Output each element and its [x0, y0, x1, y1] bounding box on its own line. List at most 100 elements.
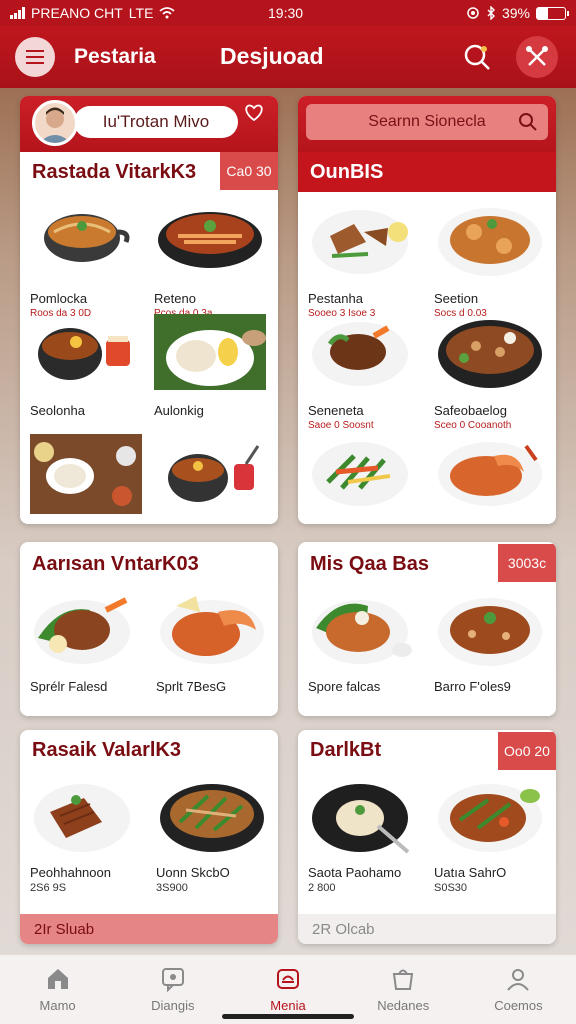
noodle-bowl-icon — [44, 214, 130, 262]
wifi-icon — [159, 7, 176, 19]
panel-footer[interactable]: 2R Olcab — [298, 914, 556, 944]
food-price: 2S6 9S — [30, 882, 67, 894]
noodle-stirfry-icon — [160, 784, 264, 852]
food-item[interactable] — [154, 434, 274, 519]
signal-icon — [10, 7, 25, 19]
dumpling-plate-icon — [312, 784, 410, 854]
bag-icon — [393, 969, 414, 990]
menu-card-icon — [277, 969, 299, 989]
panel-footer[interactable]: 2Ir Sluab — [20, 914, 278, 944]
food-item[interactable]: Sprélr Falesd — [30, 590, 150, 694]
chat-icon — [161, 968, 184, 992]
battery-percent: 39% — [501, 5, 530, 21]
food-item[interactable] — [308, 432, 428, 517]
soup-drink-icon — [168, 445, 260, 502]
food-name: Pestanha — [308, 291, 363, 306]
food-name: Uatıa SahrO — [434, 865, 507, 880]
menu-panel-4: Mis Qaa Bas 3003c Spore falcas Barro F'o… — [298, 542, 556, 716]
clock: 19:30 — [268, 5, 304, 21]
app-header: Pestaria Desjuoad — [0, 26, 576, 88]
food-item[interactable]: Pomlocka Roos da 3 0D — [30, 202, 150, 319]
food-price: 2 800 — [308, 882, 336, 894]
user-name-field[interactable]: Iu'Trotan Mivo — [74, 106, 238, 138]
chicken-plate-icon — [312, 210, 408, 274]
panel-title: Rasaik ValarlK3 — [32, 738, 181, 761]
price-badge: Oo0 20 — [498, 732, 556, 770]
food-item[interactable]: Aulonkig — [154, 314, 274, 418]
food-name: Pomlocka — [30, 291, 88, 306]
profile-button[interactable] — [516, 36, 558, 78]
food-item[interactable]: Seetion Socs d 0.03 — [434, 202, 554, 319]
food-name: Uonn SkcbO — [156, 865, 230, 880]
panel-title: OunBIS — [298, 152, 556, 192]
food-subtitle: Sceo 0 Cooanoth — [434, 420, 512, 431]
panel-header: Searnn Sionecla — [298, 96, 556, 152]
search-input[interactable]: Searnn Sionecla — [306, 104, 548, 140]
ribs-plate-icon — [34, 784, 130, 852]
brand-name: Pestaria — [74, 45, 156, 68]
table-spread-icon — [30, 434, 142, 514]
soup-bowl-icon — [438, 598, 542, 666]
tab-label: Mamo — [39, 998, 76, 1013]
search-icon[interactable] — [518, 112, 538, 132]
tab-profile[interactable]: Coemos — [461, 955, 576, 1024]
food-item[interactable]: Safeobaelog Sceo 0 Cooanoth — [434, 314, 554, 431]
panel-title: Aarısan VntarK03 — [32, 552, 199, 575]
price-badge: Ca0 30 — [220, 152, 278, 190]
home-icon — [47, 969, 68, 989]
food-item[interactable]: Barro F'oles9 — [434, 590, 554, 694]
tab-label: Menia — [270, 998, 306, 1013]
food-item[interactable]: Sprlt 7BesG — [156, 590, 276, 694]
tab-dialogs[interactable]: Diangis — [115, 955, 230, 1024]
veg-stirfry-icon — [438, 784, 542, 852]
food-name: Barro F'oles9 — [434, 679, 511, 694]
food-name: Peohhahnoon — [30, 865, 111, 880]
search-icon[interactable] — [460, 40, 494, 74]
tab-label: Coemos — [494, 998, 543, 1013]
food-item[interactable]: Uonn SkcbO 3S900 — [156, 776, 276, 894]
heart-icon[interactable] — [244, 104, 264, 122]
hotpot-icon — [158, 212, 262, 268]
food-name: Sprlt 7BesG — [156, 679, 227, 694]
tab-home[interactable]: Mamo — [0, 955, 115, 1024]
curry-bowl-icon — [38, 328, 130, 380]
hamburger-menu-button[interactable] — [15, 37, 55, 77]
network-icon — [526, 46, 548, 66]
panel-header: Iu'Trotan Mivo — [20, 96, 278, 152]
food-name: Reteno — [154, 291, 196, 306]
rice-egg-plate-icon — [154, 314, 270, 390]
food-item[interactable]: Seolonha — [30, 314, 150, 418]
beef-plate-icon — [312, 322, 408, 386]
location-icon — [467, 7, 479, 19]
food-item[interactable]: Saota Paohamo 2 800 — [308, 776, 428, 894]
bluetooth-icon — [487, 6, 495, 20]
food-item[interactable]: Spore falcas — [308, 590, 428, 694]
battery-icon — [536, 6, 569, 20]
food-item[interactable] — [30, 434, 150, 519]
tab-label: Nedanes — [377, 998, 430, 1013]
avatar[interactable] — [32, 100, 78, 146]
food-name: Seneneta — [308, 403, 364, 418]
lobster-pasta-icon — [160, 596, 264, 664]
tab-orders[interactable]: Nedanes — [346, 955, 461, 1024]
food-name: Seetion — [434, 291, 479, 306]
food-subtitle: Saoe 0 Soosnt — [308, 420, 374, 431]
food-name: Safeobaelog — [434, 403, 508, 418]
food-name: Spore falcas — [308, 679, 381, 694]
shrimp-pasta-icon — [438, 442, 542, 506]
menu-panel-6: DarlkBt Oo0 20 Saota Paohamo 2 800 Uatıa… — [298, 730, 556, 944]
stirfry-bowl-icon — [438, 320, 542, 388]
food-name: Aulonkig — [154, 403, 204, 418]
tab-label: Diangis — [151, 998, 195, 1013]
food-item[interactable]: Uatıa SahrO S0S30 — [434, 776, 554, 894]
food-item[interactable] — [434, 432, 554, 517]
user-icon — [507, 969, 530, 991]
network-text: LTE — [128, 5, 154, 21]
menu-panel-1: Iu'Trotan Mivo Rastada VitarkK3 Ca0 30 P… — [20, 96, 278, 524]
price-badge: 3003c — [498, 544, 556, 582]
food-item[interactable]: Reteno Pcos da 0.3a — [154, 202, 274, 319]
food-item[interactable]: Pestanha Sooeo 3 Isoe 3 — [308, 202, 428, 319]
home-indicator[interactable] — [222, 1014, 354, 1019]
food-item[interactable]: Seneneta Saoe 0 Soosnt — [308, 314, 428, 431]
food-item[interactable]: Peohhahnoon 2S6 9S — [30, 776, 150, 894]
